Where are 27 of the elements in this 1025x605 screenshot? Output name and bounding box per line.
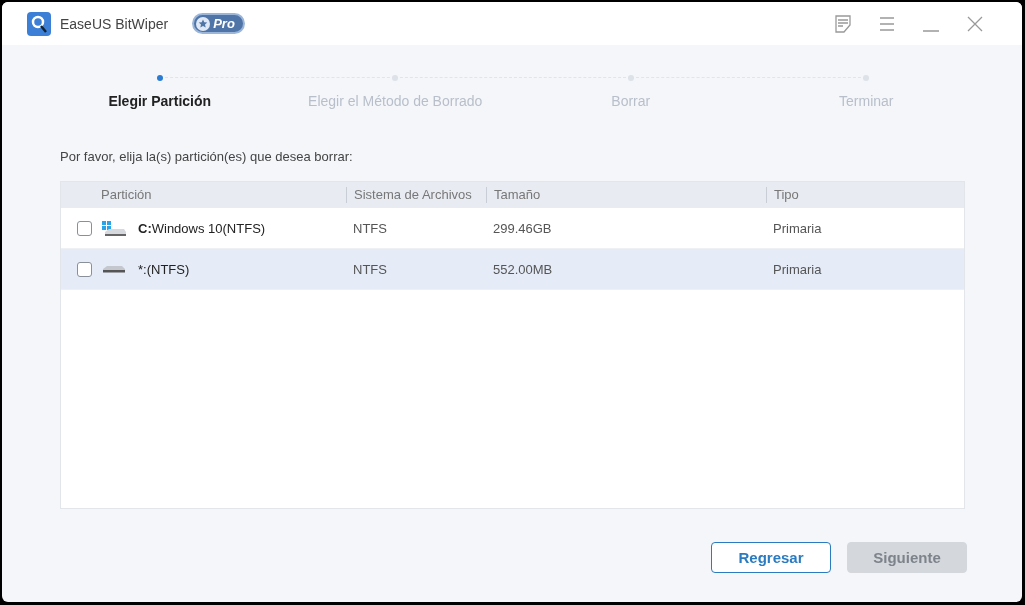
step-label: Borrar [611,93,651,109]
step-label: Elegir el Método de Borrado [308,93,483,109]
column-header: Partición [100,187,153,203]
table-cell-text: Primaria [772,261,823,277]
checkbox[interactable] [77,220,92,236]
table-cell-text: NTFS [352,220,388,236]
partition-name: *:(NTFS) [138,261,190,277]
table-cell-text: 299.46GB [492,220,553,236]
system-drive-icon [102,219,126,237]
checkbox[interactable] [77,261,92,277]
table-cell-text: Primaria [772,220,823,236]
drive-icon [102,265,126,273]
feedback-icon[interactable] [832,12,854,35]
app-title: EaseUS BitWiper [60,15,169,32]
column-header: Sistema de Archivos [346,187,486,203]
back-button[interactable]: Regresar [711,542,831,573]
column-header: Tamaño [486,187,766,203]
step-label: Elegir Partición [108,93,212,109]
partition-name: C:Windows 10(NTFS) [138,220,266,236]
table-cell-text: NTFS [352,261,388,277]
column-header: Tipo [766,187,964,203]
app-logo-icon [27,11,51,36]
table-cell-text: 552.00MB [492,261,554,277]
table-row[interactable]: *:(NTFS) NTFS 552.00MB Primaria [61,249,964,290]
instruction-text: Por favor, elija la(s) partición(es) que desea borrar: [60,149,354,164]
pro-badge: Pro [192,13,245,34]
step-label: Terminar [839,93,894,109]
